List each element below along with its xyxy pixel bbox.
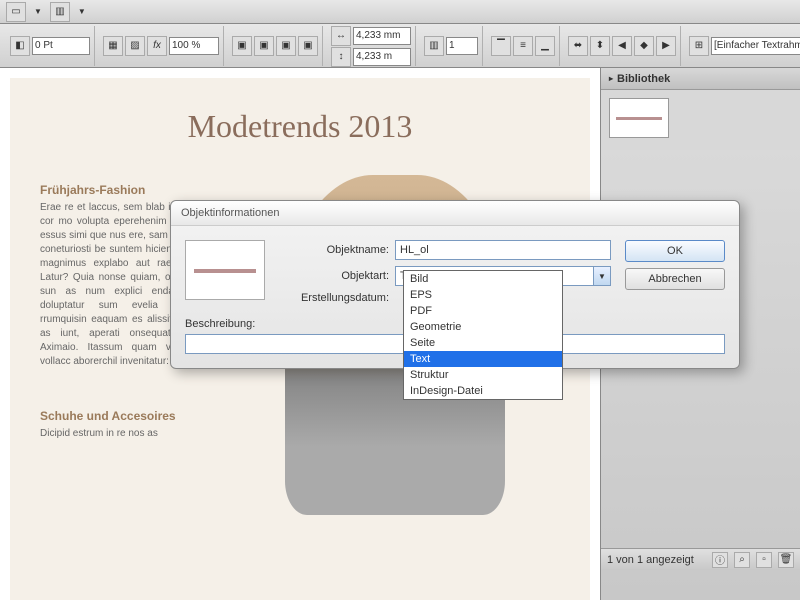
wrap-none-icon[interactable]: ▣ <box>232 36 252 56</box>
align-mid-icon[interactable]: ≡ <box>513 36 533 56</box>
search-icon[interactable]: ⌕ <box>734 552 750 568</box>
section-heading-1: Frühjahrs-Fashion <box>40 183 210 197</box>
wrap-jump-icon[interactable]: ▣ <box>298 36 318 56</box>
fx-icon[interactable]: fx <box>147 36 167 56</box>
align-r-icon[interactable]: ▶ <box>656 36 676 56</box>
label-objectname: Objektname: <box>279 244 389 256</box>
objecttype-dropdown[interactable]: Bild EPS PDF Geometrie Seite Text Strukt… <box>403 270 563 400</box>
dd-option-indesign[interactable]: InDesign-Datei <box>404 383 562 399</box>
dd-option-pdf[interactable]: PDF <box>404 303 562 319</box>
menubar: ▭ ▼ ▥ ▼ <box>0 0 800 24</box>
swatch-icon[interactable]: ▦ <box>103 36 123 56</box>
dd-option-geometrie[interactable]: Geometrie <box>404 319 562 335</box>
opacity-input[interactable] <box>169 37 219 55</box>
dd-option-seite[interactable]: Seite <box>404 335 562 351</box>
dd-option-text[interactable]: Text <box>404 351 562 367</box>
body-text-2: Dicipid estrum in re nos as <box>40 427 210 441</box>
dropdown-button[interactable]: ▼ <box>593 266 611 286</box>
objectname-input[interactable] <box>395 240 611 260</box>
align-bot-icon[interactable]: ▁ <box>535 36 555 56</box>
dist-v-icon[interactable]: ⬍ <box>590 36 610 56</box>
align-c-icon[interactable]: ◆ <box>634 36 654 56</box>
control-toolbar: ◧ ▦ ▨ fx ▣ ▣ ▣ ▣ ↔ ↕ ▥ ▔ ≡ ▁ ⬌ ⬍ ◀ ◆ ▶ ⊞ <box>0 24 800 68</box>
stroke-weight-input[interactable] <box>32 37 90 55</box>
fill-stroke-icon[interactable]: ◧ <box>10 36 30 56</box>
frame-type-select[interactable] <box>711 37 800 55</box>
ok-button[interactable]: OK <box>625 240 725 262</box>
panel-status-text: 1 von 1 angezeigt <box>607 554 694 566</box>
columns-input[interactable] <box>446 37 478 55</box>
width-input[interactable] <box>353 27 411 45</box>
gradient-icon[interactable]: ▨ <box>125 36 145 56</box>
width-icon: ↔ <box>331 26 351 46</box>
height-input[interactable] <box>353 48 411 66</box>
panel-status-bar: 1 von 1 angezeigt ⓘ ⌕ ▫ 🗑 <box>601 548 800 570</box>
wrap-shape-icon[interactable]: ▣ <box>276 36 296 56</box>
label-description: Beschreibung: <box>185 318 255 330</box>
dd-option-eps[interactable]: EPS <box>404 287 562 303</box>
dist-h-icon[interactable]: ⬌ <box>568 36 588 56</box>
info-icon[interactable]: ⓘ <box>712 552 728 568</box>
frame-options-icon[interactable]: ⊞ <box>689 36 709 56</box>
align-l-icon[interactable]: ◀ <box>612 36 632 56</box>
cancel-button[interactable]: Abbrechen <box>625 268 725 290</box>
layout-mode-icon[interactable]: ▥ <box>50 2 70 22</box>
label-objecttype: Objektart: <box>279 270 389 282</box>
view-mode-icon[interactable]: ▭ <box>6 2 26 22</box>
library-item-thumb[interactable] <box>609 98 669 138</box>
trash-icon[interactable]: 🗑 <box>778 552 794 568</box>
panel-title[interactable]: ▸ Bibliothek <box>601 68 800 90</box>
dialog-title: Objektinformationen <box>171 201 739 226</box>
page-title: Modetrends 2013 <box>40 108 560 145</box>
wrap-bbox-icon[interactable]: ▣ <box>254 36 274 56</box>
dd-option-bild[interactable]: Bild <box>404 271 562 287</box>
height-icon: ↕ <box>331 47 351 67</box>
section-heading-2: Schuhe und Accesoires <box>40 409 210 423</box>
align-top-icon[interactable]: ▔ <box>491 36 511 56</box>
new-item-icon[interactable]: ▫ <box>756 552 772 568</box>
label-creationdate: Erstellungsdatum: <box>279 292 389 304</box>
dd-option-struktur[interactable]: Struktur <box>404 367 562 383</box>
columns-icon[interactable]: ▥ <box>424 36 444 56</box>
dialog-thumbnail <box>185 240 265 300</box>
